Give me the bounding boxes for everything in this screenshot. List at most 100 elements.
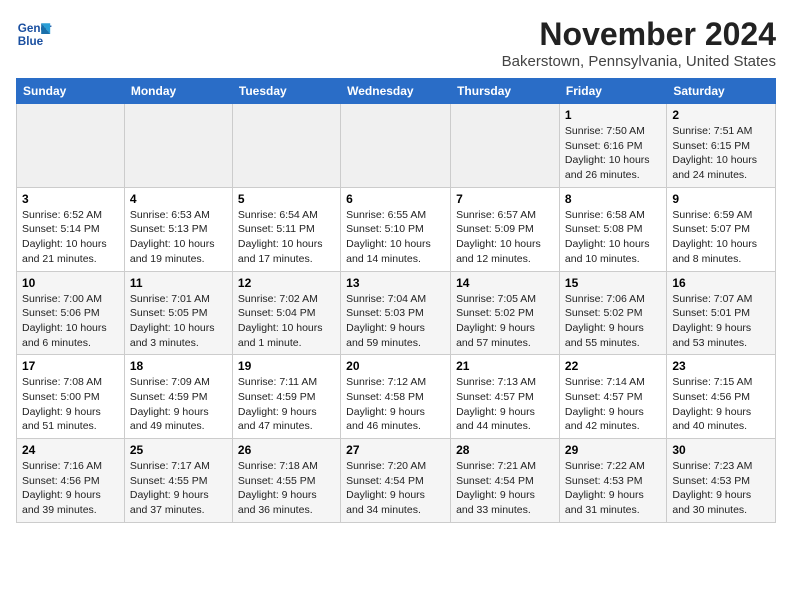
calendar-cell: 6Sunrise: 6:55 AM Sunset: 5:10 PM Daylig… bbox=[341, 187, 451, 271]
calendar-cell: 4 Sunrise: 6:53 AM Sunset: 5:13 PM Daylig… bbox=[124, 187, 232, 271]
calendar-cell bbox=[17, 104, 125, 188]
weekday-header-sunday: Sunday bbox=[17, 79, 125, 104]
calendar-cell: 13Sunrise: 7:04 AM Sunset: 5:03 PM Dayli… bbox=[341, 271, 451, 355]
calendar-cell: 10Sunrise: 7:00 AM Sunset: 5:06 PM Dayli… bbox=[17, 271, 125, 355]
calendar-cell: 8 Sunrise: 6:58 AM Sunset: 5:08 PM Daylig… bbox=[559, 187, 666, 271]
calendar-cell: 2 Sunrise: 7:51 AM Sunset: 6:15 PM Daylig… bbox=[667, 104, 776, 188]
calendar-table: SundayMondayTuesdayWednesdayThursdayFrid… bbox=[16, 78, 776, 523]
week-row-2: 3 Sunrise: 6:52 AM Sunset: 5:14 PM Daylig… bbox=[17, 187, 776, 271]
calendar-cell bbox=[341, 104, 451, 188]
day-number: 24 bbox=[22, 443, 119, 457]
day-number: 10 bbox=[22, 276, 119, 290]
calendar-cell: 14 Sunrise: 7:05 AM Sunset: 5:02 PM Dayli… bbox=[451, 271, 560, 355]
calendar-cell: 17 Sunrise: 7:08 AM Sunset: 5:00 PM Dayli… bbox=[17, 355, 125, 439]
day-info: Sunrise: 7:05 AM Sunset: 5:02 PM Dayligh… bbox=[456, 292, 554, 351]
calendar-cell: 26 Sunrise: 7:18 AM Sunset: 4:55 PM Dayli… bbox=[232, 439, 340, 523]
weekday-header-wednesday: Wednesday bbox=[341, 79, 451, 104]
day-info: Sunrise: 7:12 AM Sunset: 4:58 PM Dayligh… bbox=[346, 375, 445, 434]
day-info: Sunrise: 7:18 AM Sunset: 4:55 PM Dayligh… bbox=[238, 459, 335, 518]
logo: General Blue bbox=[16, 16, 52, 52]
calendar-cell: 1 Sunrise: 7:50 AM Sunset: 6:16 PM Daylig… bbox=[559, 104, 666, 188]
day-info: Sunrise: 6:52 AM Sunset: 5:14 PM Dayligh… bbox=[22, 208, 119, 267]
day-info: Sunrise: 6:54 AM Sunset: 5:11 PM Dayligh… bbox=[238, 208, 335, 267]
day-number: 19 bbox=[238, 359, 335, 373]
calendar-cell: 5 Sunrise: 6:54 AM Sunset: 5:11 PM Daylig… bbox=[232, 187, 340, 271]
calendar-cell: 25 Sunrise: 7:17 AM Sunset: 4:55 PM Dayli… bbox=[124, 439, 232, 523]
day-info: Sunrise: 7:22 AM Sunset: 4:53 PM Dayligh… bbox=[565, 459, 661, 518]
day-number: 26 bbox=[238, 443, 335, 457]
day-info: Sunrise: 6:53 AM Sunset: 5:13 PM Dayligh… bbox=[130, 208, 227, 267]
week-row-1: 1 Sunrise: 7:50 AM Sunset: 6:16 PM Daylig… bbox=[17, 104, 776, 188]
calendar-cell: 27Sunrise: 7:20 AM Sunset: 4:54 PM Dayli… bbox=[341, 439, 451, 523]
calendar-cell: 18Sunrise: 7:09 AM Sunset: 4:59 PM Dayli… bbox=[124, 355, 232, 439]
location-title: Bakerstown, Pennsylvania, United States bbox=[502, 53, 776, 70]
day-info: Sunrise: 6:57 AM Sunset: 5:09 PM Dayligh… bbox=[456, 208, 554, 267]
day-info: Sunrise: 7:07 AM Sunset: 5:01 PM Dayligh… bbox=[672, 292, 770, 351]
day-number: 17 bbox=[22, 359, 119, 373]
day-number: 28 bbox=[456, 443, 554, 457]
day-number: 27 bbox=[346, 443, 445, 457]
weekday-header-friday: Friday bbox=[559, 79, 666, 104]
month-title: November 2024 bbox=[502, 16, 776, 53]
calendar-cell: 30 Sunrise: 7:23 AM Sunset: 4:53 PM Dayli… bbox=[667, 439, 776, 523]
day-info: Sunrise: 7:17 AM Sunset: 4:55 PM Dayligh… bbox=[130, 459, 227, 518]
day-number: 20 bbox=[346, 359, 445, 373]
day-number: 14 bbox=[456, 276, 554, 290]
day-number: 15 bbox=[565, 276, 661, 290]
svg-text:Blue: Blue bbox=[18, 35, 44, 48]
day-number: 2 bbox=[672, 108, 770, 122]
weekday-header-row: SundayMondayTuesdayWednesdayThursdayFrid… bbox=[17, 79, 776, 104]
day-number: 8 bbox=[565, 192, 661, 206]
day-number: 6 bbox=[346, 192, 445, 206]
weekday-header-tuesday: Tuesday bbox=[232, 79, 340, 104]
week-row-4: 17 Sunrise: 7:08 AM Sunset: 5:00 PM Dayli… bbox=[17, 355, 776, 439]
day-info: Sunrise: 6:58 AM Sunset: 5:08 PM Dayligh… bbox=[565, 208, 661, 267]
calendar-cell: 19 Sunrise: 7:11 AM Sunset: 4:59 PM Dayli… bbox=[232, 355, 340, 439]
day-number: 30 bbox=[672, 443, 770, 457]
day-number: 7 bbox=[456, 192, 554, 206]
weekday-header-thursday: Thursday bbox=[451, 79, 560, 104]
day-info: Sunrise: 7:04 AM Sunset: 5:03 PM Dayligh… bbox=[346, 292, 445, 351]
day-number: 29 bbox=[565, 443, 661, 457]
day-info: Sunrise: 7:23 AM Sunset: 4:53 PM Dayligh… bbox=[672, 459, 770, 518]
week-row-3: 10Sunrise: 7:00 AM Sunset: 5:06 PM Dayli… bbox=[17, 271, 776, 355]
calendar-cell: 21 Sunrise: 7:13 AM Sunset: 4:57 PM Dayli… bbox=[451, 355, 560, 439]
day-number: 4 bbox=[130, 192, 227, 206]
day-info: Sunrise: 7:06 AM Sunset: 5:02 PM Dayligh… bbox=[565, 292, 661, 351]
day-info: Sunrise: 7:13 AM Sunset: 4:57 PM Dayligh… bbox=[456, 375, 554, 434]
header: General Blue November 2024 Bakerstown, P… bbox=[16, 16, 776, 70]
calendar-cell: 22 Sunrise: 7:14 AM Sunset: 4:57 PM Dayli… bbox=[559, 355, 666, 439]
calendar-cell: 12 Sunrise: 7:02 AM Sunset: 5:04 PM Dayli… bbox=[232, 271, 340, 355]
day-info: Sunrise: 7:16 AM Sunset: 4:56 PM Dayligh… bbox=[22, 459, 119, 518]
calendar-cell: 11Sunrise: 7:01 AM Sunset: 5:05 PM Dayli… bbox=[124, 271, 232, 355]
calendar-cell: 20 Sunrise: 7:12 AM Sunset: 4:58 PM Dayli… bbox=[341, 355, 451, 439]
day-info: Sunrise: 7:11 AM Sunset: 4:59 PM Dayligh… bbox=[238, 375, 335, 434]
title-area: November 2024 Bakerstown, Pennsylvania, … bbox=[502, 16, 776, 70]
calendar-cell: 9 Sunrise: 6:59 AM Sunset: 5:07 PM Daylig… bbox=[667, 187, 776, 271]
day-number: 18 bbox=[130, 359, 227, 373]
week-row-5: 24 Sunrise: 7:16 AM Sunset: 4:56 PM Dayli… bbox=[17, 439, 776, 523]
calendar-cell bbox=[451, 104, 560, 188]
day-number: 1 bbox=[565, 108, 661, 122]
calendar-cell: 15 Sunrise: 7:06 AM Sunset: 5:02 PM Dayli… bbox=[559, 271, 666, 355]
day-number: 25 bbox=[130, 443, 227, 457]
calendar-cell: 28 Sunrise: 7:21 AM Sunset: 4:54 PM Dayli… bbox=[451, 439, 560, 523]
day-number: 3 bbox=[22, 192, 119, 206]
day-number: 16 bbox=[672, 276, 770, 290]
day-number: 5 bbox=[238, 192, 335, 206]
calendar-cell: 24 Sunrise: 7:16 AM Sunset: 4:56 PM Dayli… bbox=[17, 439, 125, 523]
day-info: Sunrise: 7:08 AM Sunset: 5:00 PM Dayligh… bbox=[22, 375, 119, 434]
day-info: Sunrise: 7:02 AM Sunset: 5:04 PM Dayligh… bbox=[238, 292, 335, 351]
calendar-cell bbox=[232, 104, 340, 188]
day-info: Sunrise: 7:51 AM Sunset: 6:15 PM Dayligh… bbox=[672, 124, 770, 183]
calendar-cell: 7 Sunrise: 6:57 AM Sunset: 5:09 PM Daylig… bbox=[451, 187, 560, 271]
day-number: 9 bbox=[672, 192, 770, 206]
day-info: Sunrise: 7:21 AM Sunset: 4:54 PM Dayligh… bbox=[456, 459, 554, 518]
day-number: 21 bbox=[456, 359, 554, 373]
day-number: 12 bbox=[238, 276, 335, 290]
day-number: 22 bbox=[565, 359, 661, 373]
day-info: Sunrise: 6:59 AM Sunset: 5:07 PM Dayligh… bbox=[672, 208, 770, 267]
day-info: Sunrise: 7:14 AM Sunset: 4:57 PM Dayligh… bbox=[565, 375, 661, 434]
day-info: Sunrise: 7:50 AM Sunset: 6:16 PM Dayligh… bbox=[565, 124, 661, 183]
weekday-header-saturday: Saturday bbox=[667, 79, 776, 104]
